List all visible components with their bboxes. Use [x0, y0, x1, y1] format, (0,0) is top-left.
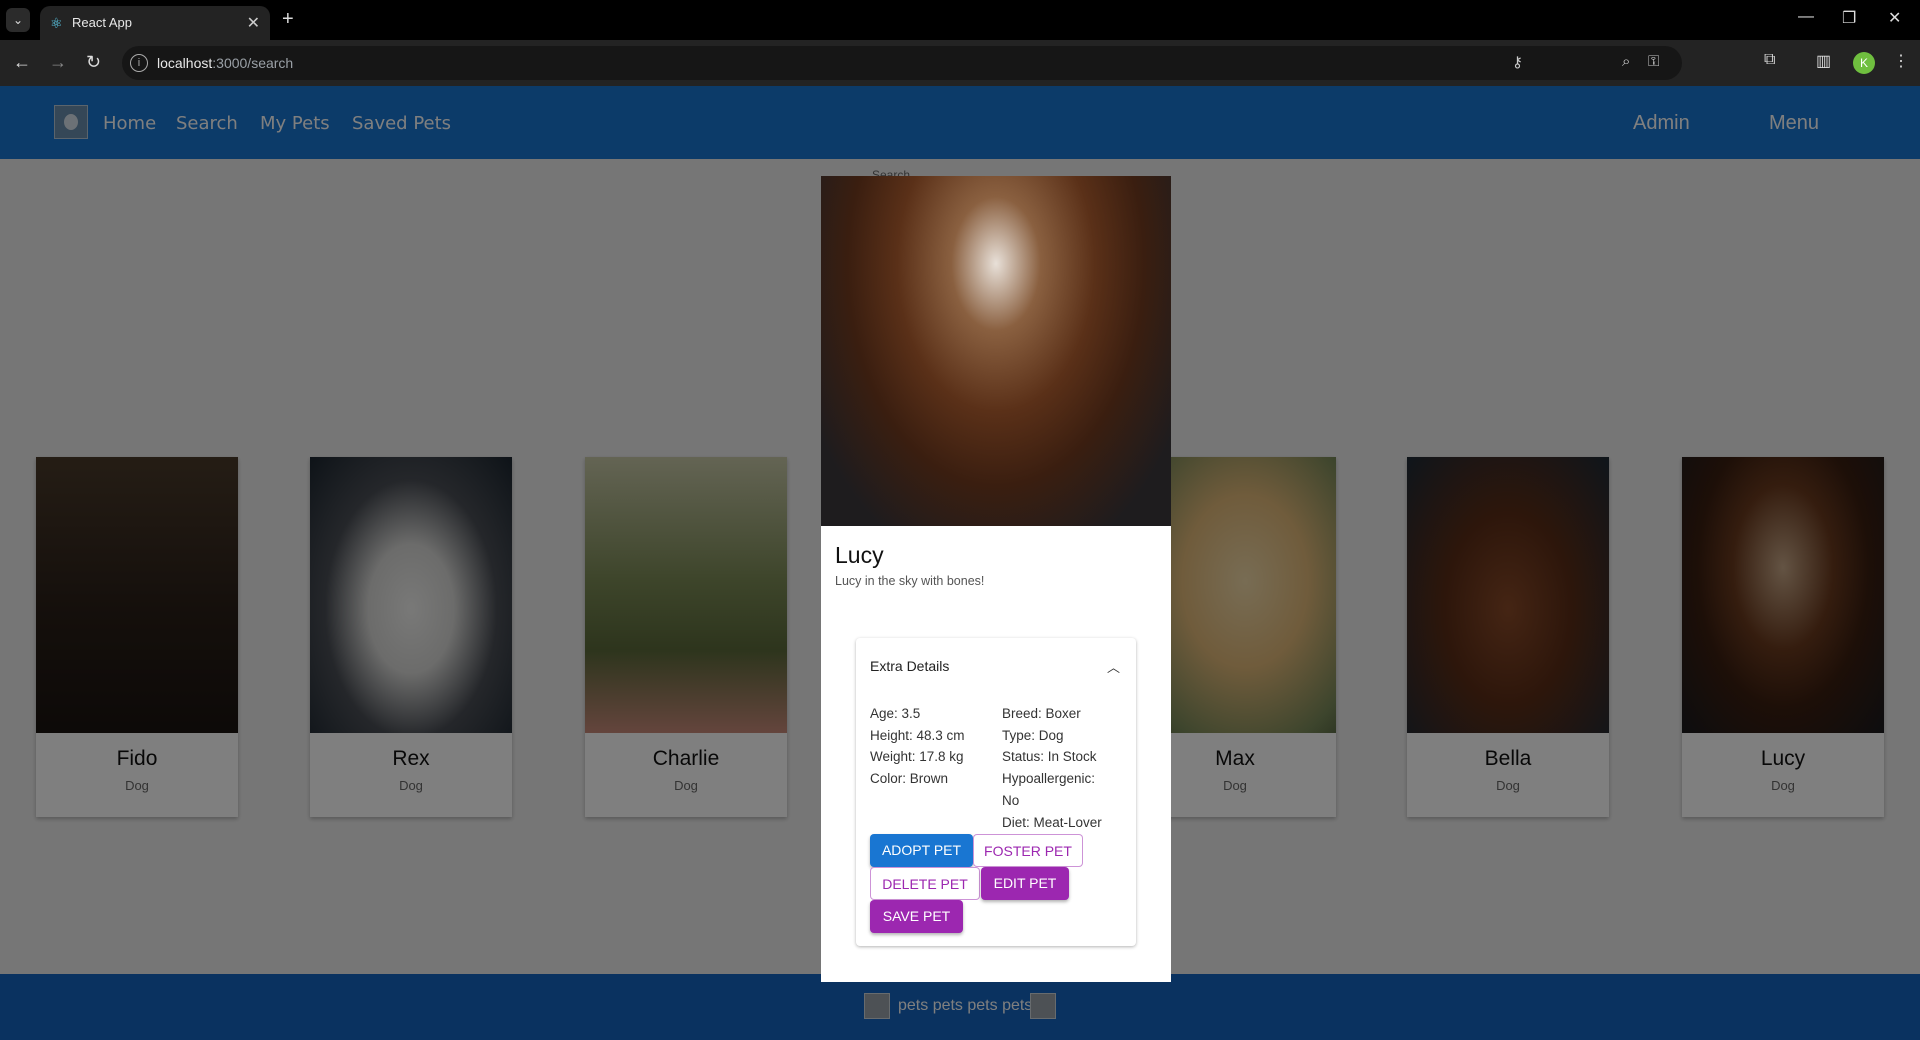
reload-icon[interactable]: ↻: [86, 52, 101, 73]
accordion-title[interactable]: Extra Details: [870, 658, 949, 674]
foster-pet-button[interactable]: FOSTER PET: [973, 834, 1083, 867]
new-tab-button[interactable]: +: [282, 8, 294, 31]
restore-icon[interactable]: ❐: [1842, 8, 1856, 28]
save-pet-button[interactable]: SAVE PET: [870, 900, 963, 933]
delete-pet-button[interactable]: DELETE PET: [870, 867, 980, 900]
kebab-menu-icon[interactable]: ⋮: [1893, 51, 1909, 71]
side-panel-icon[interactable]: ▥: [1816, 51, 1831, 71]
detail-type: Type: Dog: [1002, 727, 1064, 743]
adopt-pet-button[interactable]: ADOPT PET: [870, 834, 973, 867]
detail-age: Age: 3.5: [870, 706, 921, 721]
details-right-column: Breed: Boxer Type: Dog Status: In Stock …: [1002, 703, 1102, 833]
password-icon[interactable]: ⚷: [1512, 53, 1523, 71]
pet-detail-modal: Lucy Lucy in the sky with bones! Extra D…: [821, 176, 1171, 982]
detail-diet: Diet: Meat-Lover: [1002, 814, 1102, 830]
detail-weight: Weight: 17.8 kg: [870, 749, 964, 765]
app-page: Home Search My Pets Saved Pets Admin Men…: [0, 86, 1920, 1040]
close-window-icon[interactable]: ✕: [1888, 8, 1901, 28]
tab-title: React App: [72, 15, 132, 30]
edit-pet-button[interactable]: EDIT PET: [981, 867, 1069, 900]
avatar[interactable]: K: [1853, 52, 1875, 74]
url-text: localhost:3000/search: [157, 55, 294, 71]
modal-pet-name: Lucy: [835, 542, 884, 568]
detail-hypoallergenic-value: No: [1002, 792, 1020, 808]
pet-photo-large: [821, 176, 1171, 526]
browser-tab[interactable]: ⚛ React App ✕: [40, 6, 270, 40]
site-info-icon[interactable]: i: [130, 54, 148, 72]
address-bar: ← → ↻ i localhost:3000/search ⚿ ⌕ ⚷ ⧉ ▥ …: [0, 40, 1920, 86]
close-icon[interactable]: ✕: [247, 13, 260, 33]
url-field[interactable]: i localhost:3000/search ⚿ ⌕ ⚷: [122, 46, 1682, 80]
minimize-icon[interactable]: —: [1798, 8, 1814, 26]
forward-icon[interactable]: →: [49, 52, 67, 73]
react-icon: ⚛: [50, 15, 63, 31]
detail-breed: Breed: Boxer: [1002, 706, 1081, 721]
extra-details-accordion: Extra Details ︿ Age: 3.5 Height: 48.3 cm…: [856, 638, 1136, 946]
browser-tab-bar: ⌄ ⚛ React App ✕ + — ❐ ✕: [0, 0, 1920, 40]
extensions-icon[interactable]: ⧉: [1764, 51, 1775, 69]
chevron-up-icon[interactable]: ︿: [1107, 657, 1120, 676]
modal-pet-description: Lucy in the sky with bones!: [835, 574, 985, 588]
zoom-icon[interactable]: ⌕: [1622, 53, 1630, 70]
detail-status: Status: In Stock: [1002, 749, 1097, 765]
detail-color: Color: Brown: [870, 771, 949, 787]
details-left-column: Age: 3.5 Height: 48.3 cm Weight: 17.8 kg…: [870, 703, 965, 790]
detail-hypoallergenic-label: Hypoallergenic:: [1002, 771, 1096, 787]
tab-search-button[interactable]: ⌄: [6, 8, 30, 32]
key-icon[interactable]: ⚿: [1648, 53, 1659, 70]
detail-height: Height: 48.3 cm: [870, 727, 965, 743]
back-icon[interactable]: ←: [13, 52, 31, 73]
